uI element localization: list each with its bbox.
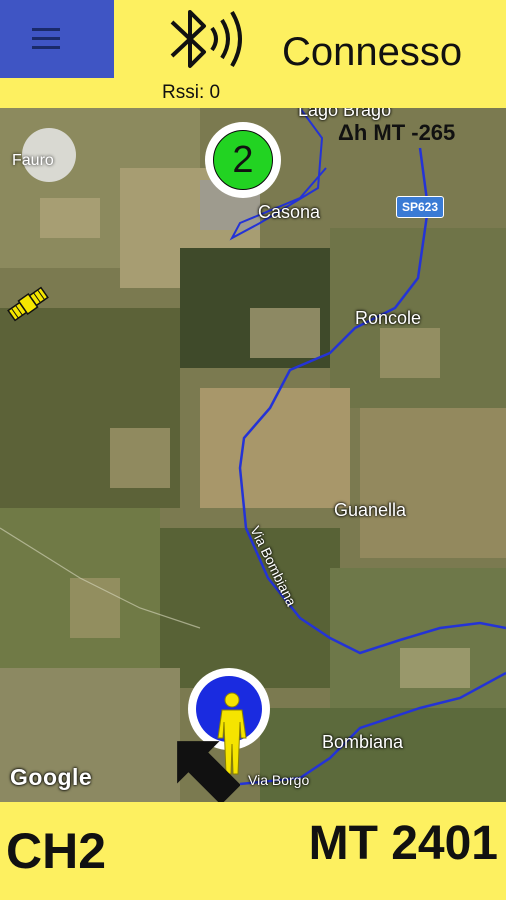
hamburger-line — [32, 46, 60, 49]
direction-arrow-icon — [177, 741, 240, 802]
hamburger-line — [32, 37, 60, 40]
place-label-fauro: Fauro — [12, 152, 54, 169]
place-label: Roncole — [355, 308, 422, 328]
place-label: Bombiana — [322, 732, 404, 752]
google-attribution: Google — [10, 764, 93, 790]
channel-marker-number: 2 — [213, 130, 273, 190]
connection-status: Connesso — [282, 30, 463, 74]
elevation-delta: Δh MT -265 — [338, 120, 456, 145]
place-label: Casona — [258, 202, 321, 222]
mt-value: MT 2401 — [308, 817, 498, 870]
place-label: Guanella — [334, 500, 407, 520]
menu-button[interactable] — [0, 0, 114, 78]
road-label: Via Borgo — [248, 772, 310, 788]
channel-marker[interactable]: 2 — [205, 122, 281, 198]
bottom-bar: CH2 MT 2401 — [0, 802, 506, 900]
top-bar: Rssi: 0 Connesso — [0, 0, 506, 108]
rssi-label: Rssi: 0 — [162, 82, 221, 103]
channel-label: CH2 — [6, 823, 107, 879]
road-shield: SP623 — [396, 196, 445, 218]
bluetooth-signal-icon[interactable] — [160, 4, 250, 80]
map-view[interactable]: Fauro Lago Brago Δh MT -265 2 Casona SP6… — [0, 108, 506, 802]
satellite-icon[interactable] — [4, 280, 52, 328]
hamburger-menu-icon — [32, 28, 60, 31]
